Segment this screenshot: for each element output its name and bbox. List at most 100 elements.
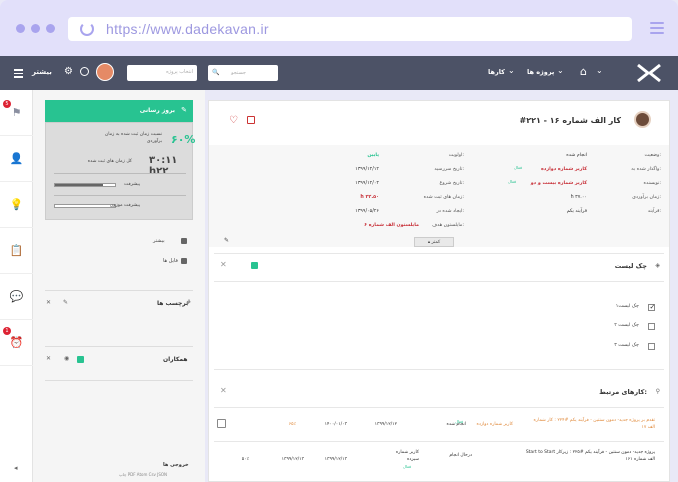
logged-time-label: زمان های ثبت شده: — [423, 195, 464, 200]
checklist-title: چک لیست — [614, 262, 647, 270]
user-avatar[interactable] — [96, 63, 114, 81]
nav-tasks[interactable]: کارها — [488, 68, 505, 76]
delete-relation-icon[interactable] — [217, 419, 226, 428]
comment-icon[interactable]: 💬 — [0, 274, 33, 320]
logged-time-label: کل زمان های ثبت شده — [87, 159, 132, 164]
related-task-date: ۱۴۰۰/۰۱/۰۳ — [324, 422, 347, 427]
close-icon[interactable]: ✕ — [220, 260, 227, 269]
show-less-label: کمتر — [431, 240, 441, 245]
milestone-value[interactable]: مایلستون الف شماره ۶ — [364, 223, 419, 228]
checklist-item-label: چک لیست ۳ — [614, 343, 639, 348]
hamburger-menu-icon[interactable] — [650, 22, 664, 37]
eye-icon[interactable]: ◉ — [64, 355, 69, 362]
update-button[interactable]: بروز رسانی ✎ — [45, 100, 193, 122]
exports-links[interactable]: چاپ PDF Atom Csv JSON — [119, 472, 167, 477]
show-less-button[interactable]: ▴ کمتر — [414, 237, 454, 247]
chevron-down-icon[interactable]: ⌄ — [557, 66, 564, 75]
chevron-down-icon[interactable]: ⌄ — [596, 66, 603, 75]
expand-arrow-icon[interactable]: ◂ — [14, 464, 18, 472]
checklist-checkbox[interactable] — [648, 303, 655, 311]
user-icon[interactable]: 👤 — [0, 136, 33, 182]
notification-badge: 5 — [3, 100, 11, 108]
section-divider — [45, 346, 193, 347]
estimate-value: h ۳۷.۰۰ — [570, 195, 587, 200]
url-text: https://www.dadekavan.ir — [106, 21, 269, 37]
author-tag: فعال — [508, 179, 516, 184]
due-date-value: ۱۳۹۹/۱۲/۱۲ — [355, 167, 379, 172]
link-icon: ⚲ — [655, 388, 660, 395]
update-button-label: بروز رسانی — [139, 107, 175, 114]
close-icon[interactable]: ✕ — [46, 299, 51, 306]
related-task-date: ۱۳۹۹/۱۲/۱۲ — [374, 422, 397, 427]
add-checklist-button[interactable] — [251, 262, 258, 269]
related-task-tag: فعال — [403, 464, 411, 469]
close-icon[interactable]: ✕ — [46, 355, 51, 362]
refresh-icon[interactable] — [80, 22, 94, 36]
priority-label: اولویت: — [448, 153, 464, 158]
process-label: فرآیند: — [647, 209, 661, 214]
exports-title: خروجی ها — [163, 462, 189, 468]
author-value[interactable]: کاربر شماره بیست و دو — [531, 181, 587, 186]
task-main-panel: ♡ #۲۲۱ - کار الف شماره ۱۶ وضعیت: انجام ش… — [208, 100, 670, 482]
search-input[interactable]: 🔍 جستجو — [208, 65, 278, 81]
weighted-progress-label: پیشرفت موزون — [109, 203, 140, 208]
task-sidebar: بروز رسانی ✎ ۶۰% نسبت زمان ثبت شده به زم… — [33, 90, 205, 482]
pencil-icon: ✎ — [181, 106, 187, 114]
project-select[interactable]: انتخاب پروژه — [127, 65, 197, 81]
related-task-link[interactable]: Start to Start پروژه جدید- دمون سنتین - … — [525, 449, 655, 463]
nav-projects[interactable]: پروژه ها — [527, 68, 554, 76]
stats-divider — [54, 195, 186, 196]
lightbulb-icon[interactable]: 💡 — [0, 182, 33, 228]
address-bar[interactable]: https://www.dadekavan.ir — [68, 17, 632, 41]
checklist-item-label: چک لیست۱ — [615, 304, 639, 309]
related-task-user[interactable]: کاربر شماره دوازده — [476, 421, 513, 428]
pencil-icon[interactable]: ✎ — [63, 299, 68, 306]
browser-frame: https://www.dadekavan.ir — [0, 0, 678, 56]
edit-icon[interactable] — [247, 116, 255, 124]
navbar-more-link[interactable]: بیشتر — [32, 68, 52, 76]
task-info-box: وضعیت: انجام شده واگذار شده به: کاربر شم… — [209, 145, 669, 247]
assignee-value[interactable]: کاربر شماره دوازده — [541, 167, 587, 172]
left-icon-bar: ⚑ 5 👤 💡 📋 💬 ⏰ 1 ◂ — [0, 90, 33, 482]
pencil-icon[interactable]: ✎ — [224, 237, 229, 244]
time-ratio-percent: ۶۰% — [171, 133, 196, 146]
close-icon[interactable]: ✕ — [220, 386, 227, 395]
sidebar-files-label[interactable]: فایل ها — [163, 258, 178, 264]
add-colleague-button[interactable] — [77, 356, 84, 363]
section-divider — [45, 290, 193, 291]
related-tasks-title: کارهای مرتبط: — [599, 388, 647, 396]
flag-icon[interactable]: ⚑ — [0, 90, 33, 136]
due-date-label: تاریخ سررسید: — [434, 167, 464, 172]
search-placeholder: جستجو — [231, 70, 246, 76]
window-dot — [16, 24, 25, 33]
assignee-label: واگذار شده به: — [631, 167, 661, 172]
menu-icon[interactable] — [14, 69, 23, 80]
gear-icon[interactable]: ⚙ — [64, 66, 73, 77]
checklist-checkbox[interactable] — [648, 323, 655, 330]
related-task-date: ۱۳۹۹/۱۲/۱۳ — [281, 457, 304, 462]
related-task-date: ۱۳۹۹/۱۲/۱۳ — [324, 457, 347, 462]
task-author-avatar — [634, 111, 651, 128]
milestone-label: مایلستون هدف: — [432, 223, 464, 228]
home-icon[interactable]: ⌂ — [580, 65, 587, 78]
section-divider — [45, 380, 193, 381]
brand-logo[interactable] — [636, 63, 662, 83]
search-icon: 🔍 — [212, 69, 220, 76]
heart-icon[interactable]: ♡ — [229, 115, 238, 126]
checklist-item-label: چک لیست ۲ — [614, 323, 639, 328]
related-task-tag: فعال — [455, 419, 463, 424]
info-icon[interactable] — [80, 67, 89, 76]
chevron-down-icon[interactable]: ⌄ — [508, 66, 515, 75]
sidebar-more-label[interactable]: بیشتر — [153, 238, 165, 244]
window-dot — [46, 24, 55, 33]
related-task-percent: ۶۵٪ — [288, 422, 296, 427]
related-task-user[interactable]: کاربر شماره سیزده — [391, 449, 419, 463]
window-dots — [16, 24, 55, 33]
files-icon — [181, 258, 187, 264]
related-task-link[interactable]: تقدم بر پروژه جدید- دمون سنتین - فرآیند … — [525, 417, 655, 431]
clipboard-check-icon[interactable]: 📋 — [0, 228, 33, 274]
start-date-value: ۱۳۹۹/۱۲/۰۴ — [355, 181, 379, 186]
checklist-checkbox[interactable] — [648, 343, 655, 350]
related-task-percent: ۵۰٪ — [241, 457, 249, 462]
related-task-status: درحال انجام — [449, 453, 472, 458]
